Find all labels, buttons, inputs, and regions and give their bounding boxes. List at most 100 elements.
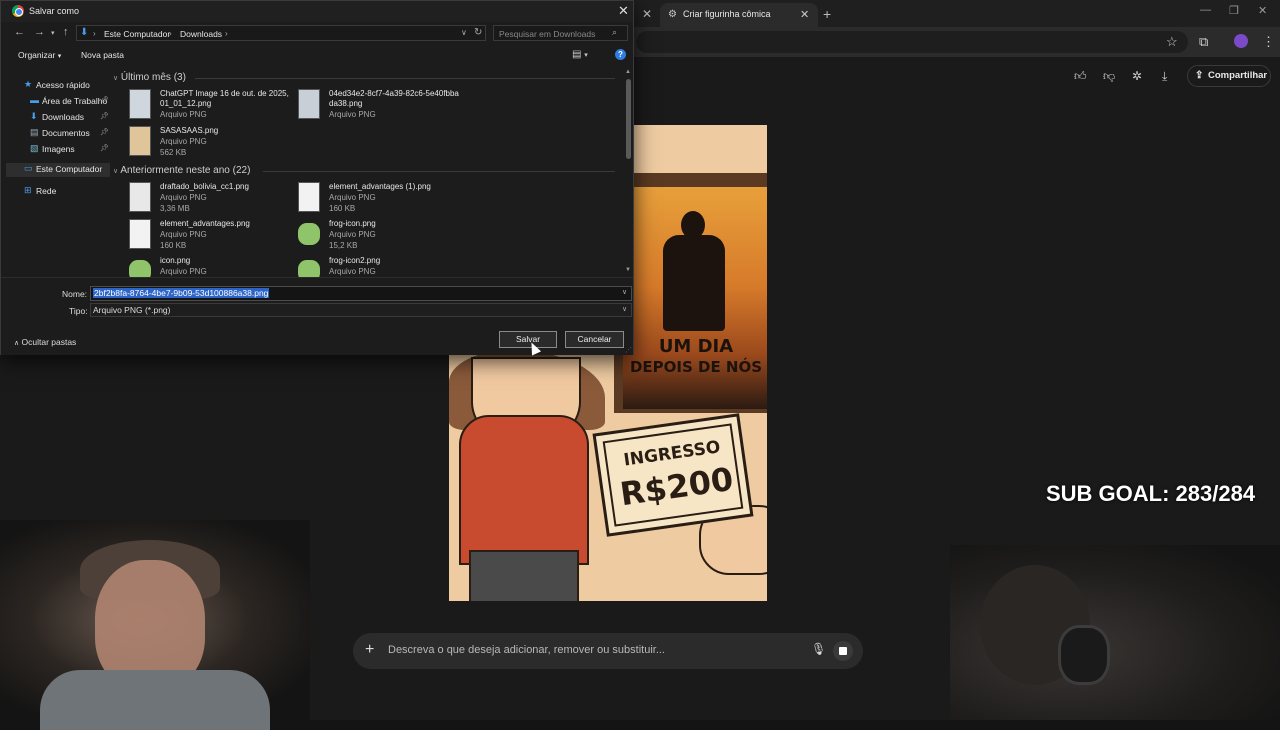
minimize-icon[interactable]: —	[1200, 4, 1211, 16]
sidebar-item-label: Downloads	[42, 112, 85, 122]
group-divider	[263, 171, 615, 172]
new-tab-button[interactable]: +	[823, 6, 831, 22]
scroll-up-icon[interactable]: ▲	[625, 69, 631, 75]
file-thumbnail	[129, 182, 151, 212]
add-icon[interactable]: +	[365, 641, 374, 659]
path-breadcrumb[interactable]: ⬇ › Este Computador › Downloads › ∨ ↻	[76, 25, 486, 41]
edit-sparkle-icon[interactable]: ✲	[1132, 69, 1142, 83]
forward-arrow-icon[interactable]: →	[34, 26, 45, 38]
help-icon[interactable]: ?	[615, 49, 626, 60]
girl-pants	[469, 550, 579, 601]
sidebar-item-quick-access[interactable]: ★ Acesso rápido	[6, 79, 110, 93]
file-size: 562 KB	[160, 148, 187, 157]
sidebar-item-this-pc[interactable]: ▭ Este Computador	[6, 163, 110, 177]
search-icon[interactable]: ⌕	[612, 27, 617, 38]
bookmark-star-icon[interactable]: ☆	[1166, 34, 1178, 50]
navigation-pane: ★ Acesso rápido ▬ Área de Trabalho 📌︎ ⬇ …	[6, 69, 110, 277]
file-type-value: Arquivo PNG (*.png)	[93, 305, 171, 315]
refresh-icon[interactable]: ↻	[474, 27, 482, 38]
file-item[interactable]: draftado_bolivia_cc1.png Arquivo PNG 3,3…	[125, 182, 290, 218]
webcam-left-shirt	[40, 670, 270, 730]
file-name: frog-icon.png	[329, 219, 376, 228]
file-name: draftado_bolivia_cc1.png	[160, 182, 249, 191]
file-name-label: Nome:	[62, 289, 88, 299]
back-arrow-icon[interactable]: ←	[14, 26, 25, 38]
resize-grip-icon[interactable]: ⋰	[625, 346, 632, 354]
chevron-down-icon: ▾	[57, 53, 62, 60]
extensions-icon[interactable]: ⧉	[1199, 34, 1208, 50]
search-input[interactable]	[499, 28, 609, 40]
chevron-down-icon[interactable]: ∨	[622, 288, 627, 296]
file-item[interactable]: icon.png Arquivo PNG	[125, 256, 290, 277]
recent-dropdown-icon[interactable]: ▾	[51, 29, 55, 37]
inactive-tab-close-icon[interactable]: ✕	[640, 7, 654, 21]
browser-menu-icon[interactable]: ⋮	[1262, 34, 1275, 50]
group-header-this-year[interactable]: ∨ Anteriormente neste ano (22)	[113, 165, 250, 176]
download-folder-icon: ⬇	[80, 27, 89, 38]
stop-button[interactable]	[833, 641, 853, 661]
maximize-icon[interactable]: ❐	[1229, 4, 1239, 17]
download-icon[interactable]: ⤓	[1162, 69, 1167, 84]
organize-label: Organizar	[18, 50, 56, 60]
address-bar[interactable]	[636, 31, 1188, 53]
up-arrow-icon[interactable]: ↑	[63, 26, 69, 38]
file-item[interactable]: element_advantages (1).png Arquivo PNG 1…	[294, 182, 459, 218]
file-item[interactable]: element_advantages.png Arquivo PNG 160 K…	[125, 219, 290, 255]
path-separator-icon[interactable]: ›	[93, 29, 96, 38]
window-close-icon[interactable]: ✕	[1258, 4, 1267, 17]
prompt-input[interactable]: Descreva o que deseja adicionar, remover…	[388, 644, 665, 656]
sidebar-item-network[interactable]: ⊞ Rede	[6, 185, 110, 199]
sidebar-item-downloads[interactable]: ⬇ Downloads 📌︎	[6, 111, 110, 125]
file-name-input[interactable]: 2bf2b8fa-8764-4be7-9b09-53d100886a38.png…	[90, 286, 632, 301]
prompt-bar[interactable]: + Descreva o que deseja adicionar, remov…	[353, 633, 863, 669]
profile-avatar[interactable]	[1234, 34, 1248, 48]
thumbs-down-icon[interactable]: 👎︎	[1103, 69, 1115, 84]
dialog-close-icon[interactable]: ✕	[618, 3, 629, 19]
share-button[interactable]: ⇪ Compartilhar	[1187, 65, 1271, 87]
cancel-button[interactable]: Cancelar	[565, 331, 624, 348]
file-type-label: Tipo:	[69, 306, 88, 316]
sidebar-item-label: Documentos	[42, 128, 90, 138]
hide-folders-toggle[interactable]: ∧ Ocultar pastas	[14, 337, 76, 347]
microphone-icon[interactable]: 🎙︎	[811, 642, 826, 656]
thumbs-up-icon[interactable]: 👍︎	[1074, 69, 1087, 84]
girl-shirt	[459, 415, 589, 565]
file-name-value[interactable]: 2bf2b8fa-8764-4be7-9b09-53d100886a38.png	[93, 288, 270, 298]
star-icon: ★	[24, 79, 33, 89]
tab-criar-figurinha[interactable]: ⚙ Criar figurinha cômica ✕	[660, 3, 818, 27]
file-item[interactable]: SASASAAS.png Arquivo PNG 562 KB	[125, 126, 290, 162]
frog-thumbnail	[298, 223, 320, 245]
search-box[interactable]: ⌕	[493, 25, 628, 41]
sidebar-item-images[interactable]: ▧ Imagens 📌︎	[6, 143, 110, 157]
file-item[interactable]: frog-icon2.png Arquivo PNG	[294, 256, 459, 277]
file-item[interactable]: ChatGPT Image 16 de out. de 2025, 01_01_1…	[125, 89, 290, 125]
path-dropdown-icon[interactable]: ∨	[461, 28, 467, 37]
poster-title: UM DIA DEPOIS DE NÓS	[623, 337, 767, 377]
organize-button[interactable]: Organizar ▾	[18, 50, 61, 60]
new-folder-button[interactable]: Nova pasta	[81, 50, 124, 60]
chevron-down-icon: ∨	[113, 168, 119, 175]
group-header-last-month[interactable]: ∨ Último mês (3)	[113, 72, 186, 83]
desktop-icon: ▬	[30, 95, 39, 105]
path-segment-downloads[interactable]: Downloads	[180, 29, 222, 39]
file-type: Arquivo PNG	[329, 230, 376, 239]
path-segment-pc[interactable]: Este Computador	[104, 29, 170, 39]
file-size: 3,36 MB	[160, 204, 190, 213]
file-item[interactable]: frog-icon.png Arquivo PNG 15,2 KB	[294, 219, 459, 255]
computer-icon: ▭	[24, 163, 33, 173]
path-separator-icon[interactable]: ›	[169, 29, 172, 38]
view-options-icon[interactable]: ▤ ▾	[572, 49, 588, 60]
share-icon: ⇪	[1195, 70, 1204, 81]
scroll-down-icon[interactable]: ▼	[625, 267, 631, 273]
file-name: 04ed34e2-8cf7-4a39-82c6-5e40fbba da38.png	[329, 89, 459, 109]
file-type-select[interactable]: Arquivo PNG (*.png) ∨	[90, 303, 632, 317]
sidebar-item-desktop[interactable]: ▬ Área de Trabalho 📌︎	[6, 95, 110, 109]
chevron-up-icon: ∧	[14, 340, 20, 347]
path-separator-icon[interactable]: ›	[225, 29, 228, 38]
sidebar-item-documents[interactable]: ▤ Documentos 📌︎	[6, 127, 110, 141]
chevron-down-icon[interactable]: ∨	[622, 305, 627, 313]
file-list-scrollbar[interactable]: ▲ ▼	[624, 69, 633, 277]
scroll-thumb[interactable]	[626, 79, 631, 159]
file-item[interactable]: 04ed34e2-8cf7-4a39-82c6-5e40fbba da38.png…	[294, 89, 459, 125]
tab-close-icon[interactable]: ✕	[800, 8, 809, 21]
